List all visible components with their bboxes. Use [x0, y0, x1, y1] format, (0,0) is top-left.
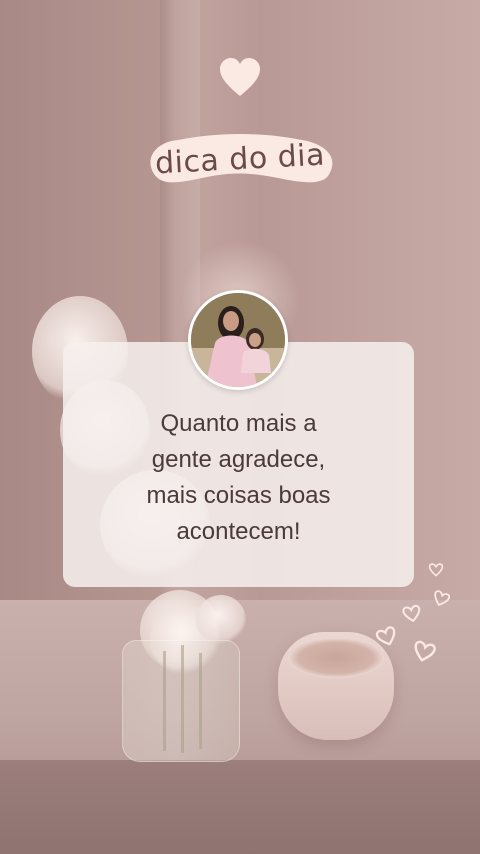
flower-stem — [181, 645, 184, 753]
tip-of-the-day-badge: dica do dia — [138, 128, 342, 190]
quote-line: acontecem! — [176, 518, 301, 545]
profile-photo — [191, 293, 285, 387]
cup-rim — [288, 638, 384, 678]
quote-line: Quanto mais a — [160, 410, 317, 437]
quote-line: mais coisas boas — [146, 482, 331, 509]
glass-vase — [122, 640, 240, 762]
heart-icon — [218, 56, 262, 100]
flower-stem — [199, 653, 202, 749]
table-edge — [0, 760, 480, 854]
avatar — [188, 290, 288, 390]
flower-stem — [163, 651, 166, 751]
quote-line: gente agradece, — [151, 446, 326, 473]
ceramic-cup — [278, 632, 394, 740]
quote-text: Quanto mais a gente agradece, mais coisa… — [63, 406, 414, 550]
flower — [196, 595, 246, 645]
outline-heart-icon — [402, 604, 421, 623]
outline-heart-icon — [428, 563, 444, 577]
